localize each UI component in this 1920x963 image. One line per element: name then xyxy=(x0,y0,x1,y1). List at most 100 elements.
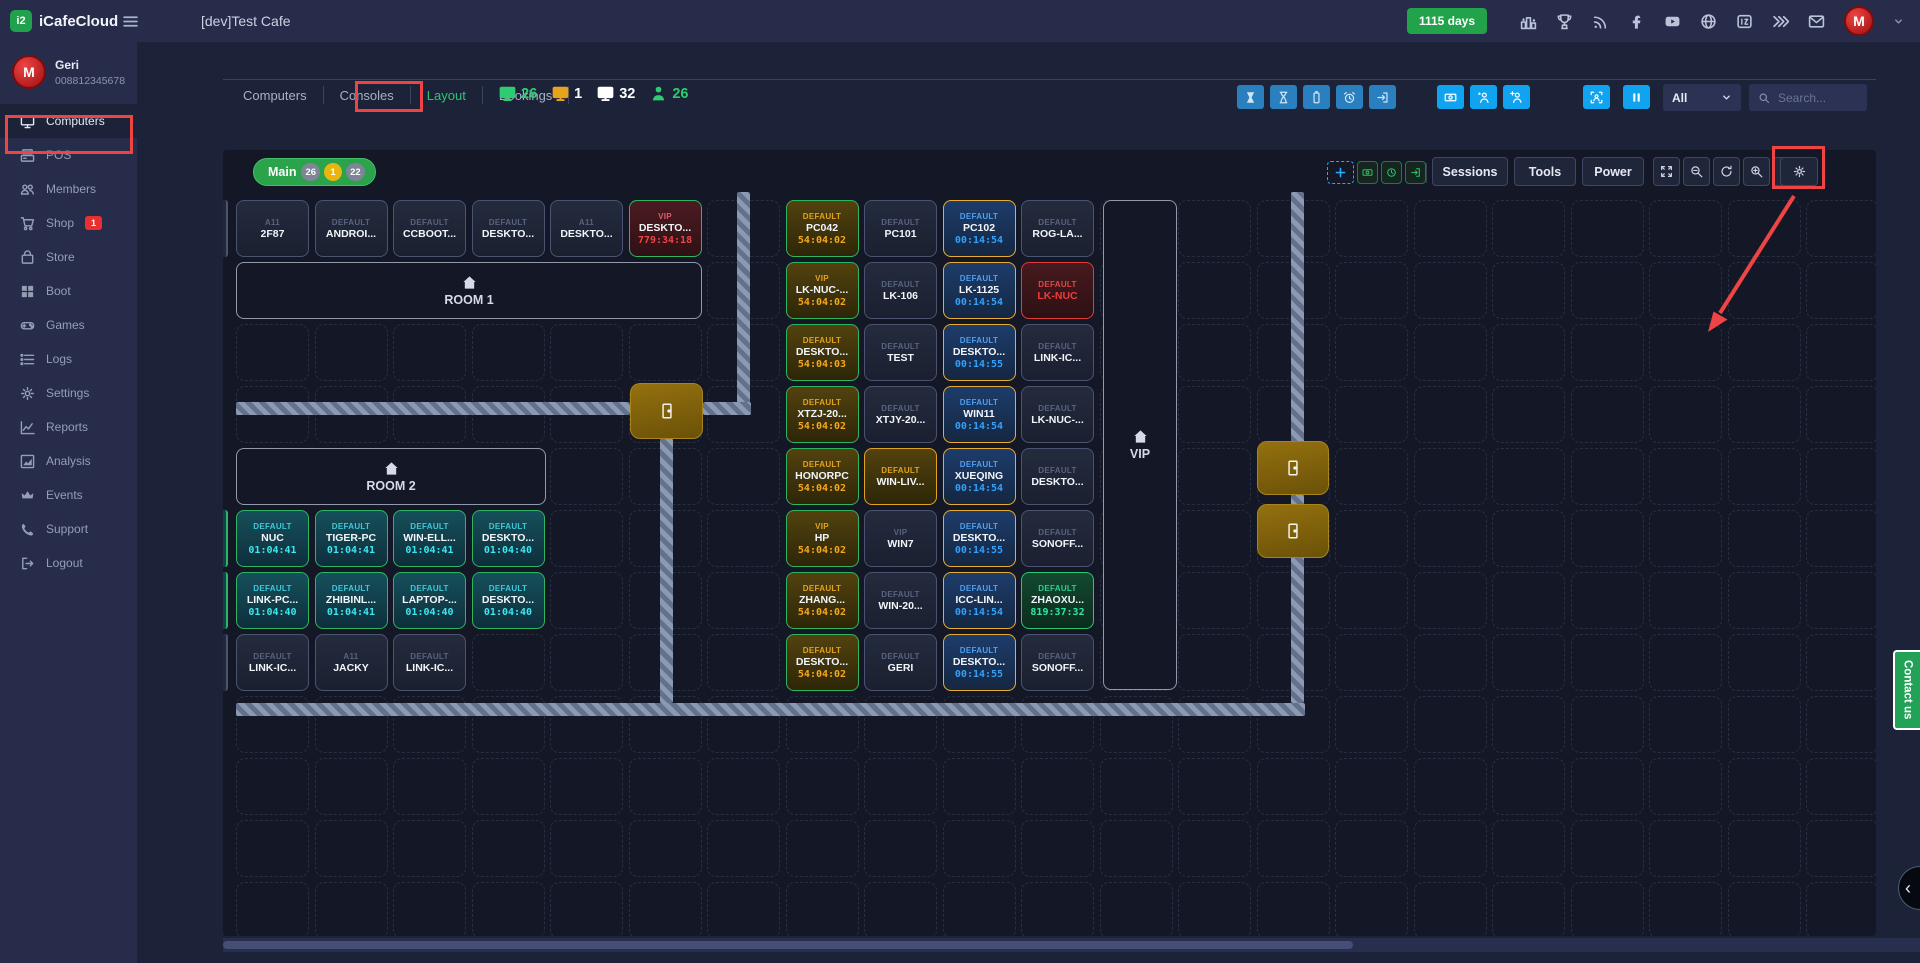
tab-consoles[interactable]: Consoles xyxy=(324,88,410,103)
tab-layout[interactable]: Layout xyxy=(411,88,482,103)
sidebar-item-events[interactable]: Events xyxy=(0,478,137,512)
exit-green-button[interactable] xyxy=(1405,161,1426,184)
cash-button[interactable] xyxy=(1437,85,1464,109)
computer-tile[interactable]: A11 JACKY xyxy=(315,634,388,691)
clock-green-button[interactable] xyxy=(1381,161,1402,184)
sidebar-item-reports[interactable]: Reports xyxy=(0,410,137,444)
door-tile[interactable] xyxy=(1257,441,1329,495)
computer-tile[interactable]: A11 2F87 xyxy=(236,200,309,257)
computer-tile[interactable]: DEFAULT PC042 54:04:02 xyxy=(786,200,859,257)
computer-tile[interactable]: DEFAULT LK-NUC xyxy=(1021,262,1094,319)
computer-tile[interactable]: DEFAULT DESKTO... 54:04:03 xyxy=(786,324,859,381)
zoom-out-button[interactable] xyxy=(1683,157,1710,186)
user-card[interactable]: M Geri 008812345678 xyxy=(0,42,137,104)
computer-tile[interactable]: DEFAULT LINK-IC... xyxy=(236,634,309,691)
scan-button[interactable] xyxy=(1583,85,1610,109)
computer-filter-select[interactable]: All xyxy=(1663,84,1741,111)
computer-tile[interactable]: DEFAULT SONOFF... xyxy=(1021,634,1094,691)
user-plus-button[interactable] xyxy=(1503,85,1530,109)
sidebar-item-support[interactable]: Support xyxy=(0,512,137,546)
sidebar-item-settings[interactable]: Settings xyxy=(0,376,137,410)
hamburger-menu-icon[interactable] xyxy=(122,13,139,30)
computer-tile[interactable]: DEFAULT LK-106 xyxy=(864,262,937,319)
computer-tile[interactable]: DEFAULT CCBOOT... xyxy=(393,200,466,257)
refresh-button[interactable] xyxy=(1713,157,1740,186)
computer-tile[interactable]: DEFAULT ZHANG... 54:04:02 xyxy=(786,572,859,629)
ranking-icon[interactable] xyxy=(1520,13,1537,30)
computer-tile[interactable]: DEFAULT DESKTO... 54:04:02 xyxy=(786,634,859,691)
computer-tile[interactable]: DEFAULT ICC-LIN... 00:14:54 xyxy=(943,572,1016,629)
computer-tile[interactable]: DEFAULT WIN-ELL... 01:04:41 xyxy=(393,510,466,567)
computer-tile[interactable]: DEFAULT DESKTO... 00:14:55 xyxy=(943,324,1016,381)
sidebar-item-store[interactable]: Store xyxy=(0,240,137,274)
computer-tile[interactable]: DEFAULT PC101 xyxy=(864,200,937,257)
computer-tile[interactable]: DEFAULT LAPTOP-... 01:04:40 xyxy=(393,572,466,629)
signout-button[interactable] xyxy=(1369,85,1396,109)
add-map-object-button[interactable] xyxy=(1327,161,1354,184)
horizontal-scrollbar-thumb[interactable] xyxy=(223,941,1353,949)
sidebar-item-boot[interactable]: Boot xyxy=(0,274,137,308)
power-button[interactable]: Power xyxy=(1582,157,1644,186)
room-group-main-pill[interactable]: Main 26122 xyxy=(253,158,376,186)
computer-tile[interactable]: VIP WIN7 xyxy=(864,510,937,567)
user-avatar[interactable]: M xyxy=(1844,6,1874,36)
sidebar-item-games[interactable]: Games xyxy=(0,308,137,342)
door-tile[interactable] xyxy=(630,383,703,439)
computer-tile[interactable]: A11 DESKTO... xyxy=(550,200,623,257)
icafe-icon[interactable] xyxy=(1736,13,1753,30)
computer-tile[interactable]: DEFAULT HONORPC 54:04:02 xyxy=(786,448,859,505)
room-vip[interactable]: VIP xyxy=(1103,200,1177,690)
computer-tile[interactable]: DEFAULT XUEQING 00:14:54 xyxy=(943,448,1016,505)
sidebar-item-logs[interactable]: Logs xyxy=(0,342,137,376)
computer-tile[interactable]: DEFAULT TIGER-PC 01:04:41 xyxy=(315,510,388,567)
sidebar-item-logout[interactable]: Logout xyxy=(0,546,137,580)
computer-tile[interactable]: DEFAULT DESKTO... 00:14:55 xyxy=(943,510,1016,567)
mail-icon[interactable] xyxy=(1808,13,1825,30)
apps-icon[interactable] xyxy=(1772,13,1789,30)
computer-tile[interactable]: DEFAULT DESKTO... xyxy=(1021,448,1094,505)
sidebar-item-pos[interactable]: POS xyxy=(0,138,137,172)
computer-tile[interactable]: DEFAULT LINK-IC... xyxy=(1021,324,1094,381)
sidebar-item-computers[interactable]: Computers xyxy=(0,104,137,138)
computer-tile[interactable]: DEFAULT WIN-LIV... xyxy=(864,448,937,505)
computer-tile[interactable]: DEFAULT GERI xyxy=(864,634,937,691)
computer-tile[interactable]: DEFAULT LINK-IC... xyxy=(393,634,466,691)
rss-icon[interactable] xyxy=(1592,13,1609,30)
sidebar-item-shop[interactable]: Shop 1 xyxy=(0,206,137,240)
sessions-button[interactable]: Sessions xyxy=(1432,157,1508,186)
pause-button[interactable] xyxy=(1623,85,1650,109)
computer-tile[interactable]: DEFAULT ZHAOXU... 819:37:32 xyxy=(1021,572,1094,629)
room-room1[interactable]: ROOM 1 xyxy=(236,262,702,319)
battery-button[interactable] xyxy=(1303,85,1330,109)
computer-tile[interactable]: VIP DESKTO... 779:34:18 xyxy=(629,200,702,257)
alarm-button[interactable] xyxy=(1336,85,1363,109)
computer-tile[interactable]: DEFAULT LK-NUC-... xyxy=(1021,386,1094,443)
computer-tile[interactable]: DEFAULT PC102 00:14:54 xyxy=(943,200,1016,257)
computer-tile[interactable]: DEFAULT ROG-LA... xyxy=(1021,200,1094,257)
sidebar-item-analysis[interactable]: Analysis xyxy=(0,444,137,478)
collapse-chevron-button[interactable]: ‹ xyxy=(1898,866,1920,910)
computer-tile[interactable]: DEFAULT NUC 01:04:41 xyxy=(236,510,309,567)
search-input[interactable] xyxy=(1778,91,1858,105)
gear-button[interactable] xyxy=(1780,157,1818,186)
facebook-icon[interactable] xyxy=(1628,13,1645,30)
expand-button[interactable] xyxy=(1653,157,1680,186)
computer-tile[interactable]: DEFAULT WIN-20... xyxy=(864,572,937,629)
computer-tile[interactable]: DEFAULT LK-1125 00:14:54 xyxy=(943,262,1016,319)
computer-tile[interactable]: DEFAULT DESKTO... 00:14:55 xyxy=(943,634,1016,691)
user-star-button[interactable] xyxy=(1470,85,1497,109)
room-room2[interactable]: ROOM 2 xyxy=(236,448,546,505)
trophy-icon[interactable] xyxy=(1556,13,1573,30)
hourglass-button[interactable] xyxy=(1270,85,1297,109)
computer-tile[interactable]: VIP LK-NUC-... 54:04:02 xyxy=(786,262,859,319)
tools-button[interactable]: Tools xyxy=(1514,157,1576,186)
cash-green-button[interactable] xyxy=(1357,161,1378,184)
hourglass-fill-button[interactable] xyxy=(1237,85,1264,109)
chevron-down-icon[interactable] xyxy=(1893,16,1904,27)
computer-tile[interactable]: DEFAULT ZHIBINL... 01:04:41 xyxy=(315,572,388,629)
globe-icon[interactable] xyxy=(1700,13,1717,30)
zoom-in-button[interactable] xyxy=(1743,157,1770,186)
computer-tile[interactable]: DEFAULT XTZJ-20... 54:04:02 xyxy=(786,386,859,443)
computer-tile[interactable]: DEFAULT XTJY-20... xyxy=(864,386,937,443)
computer-tile[interactable]: VIP HP 54:04:02 xyxy=(786,510,859,567)
